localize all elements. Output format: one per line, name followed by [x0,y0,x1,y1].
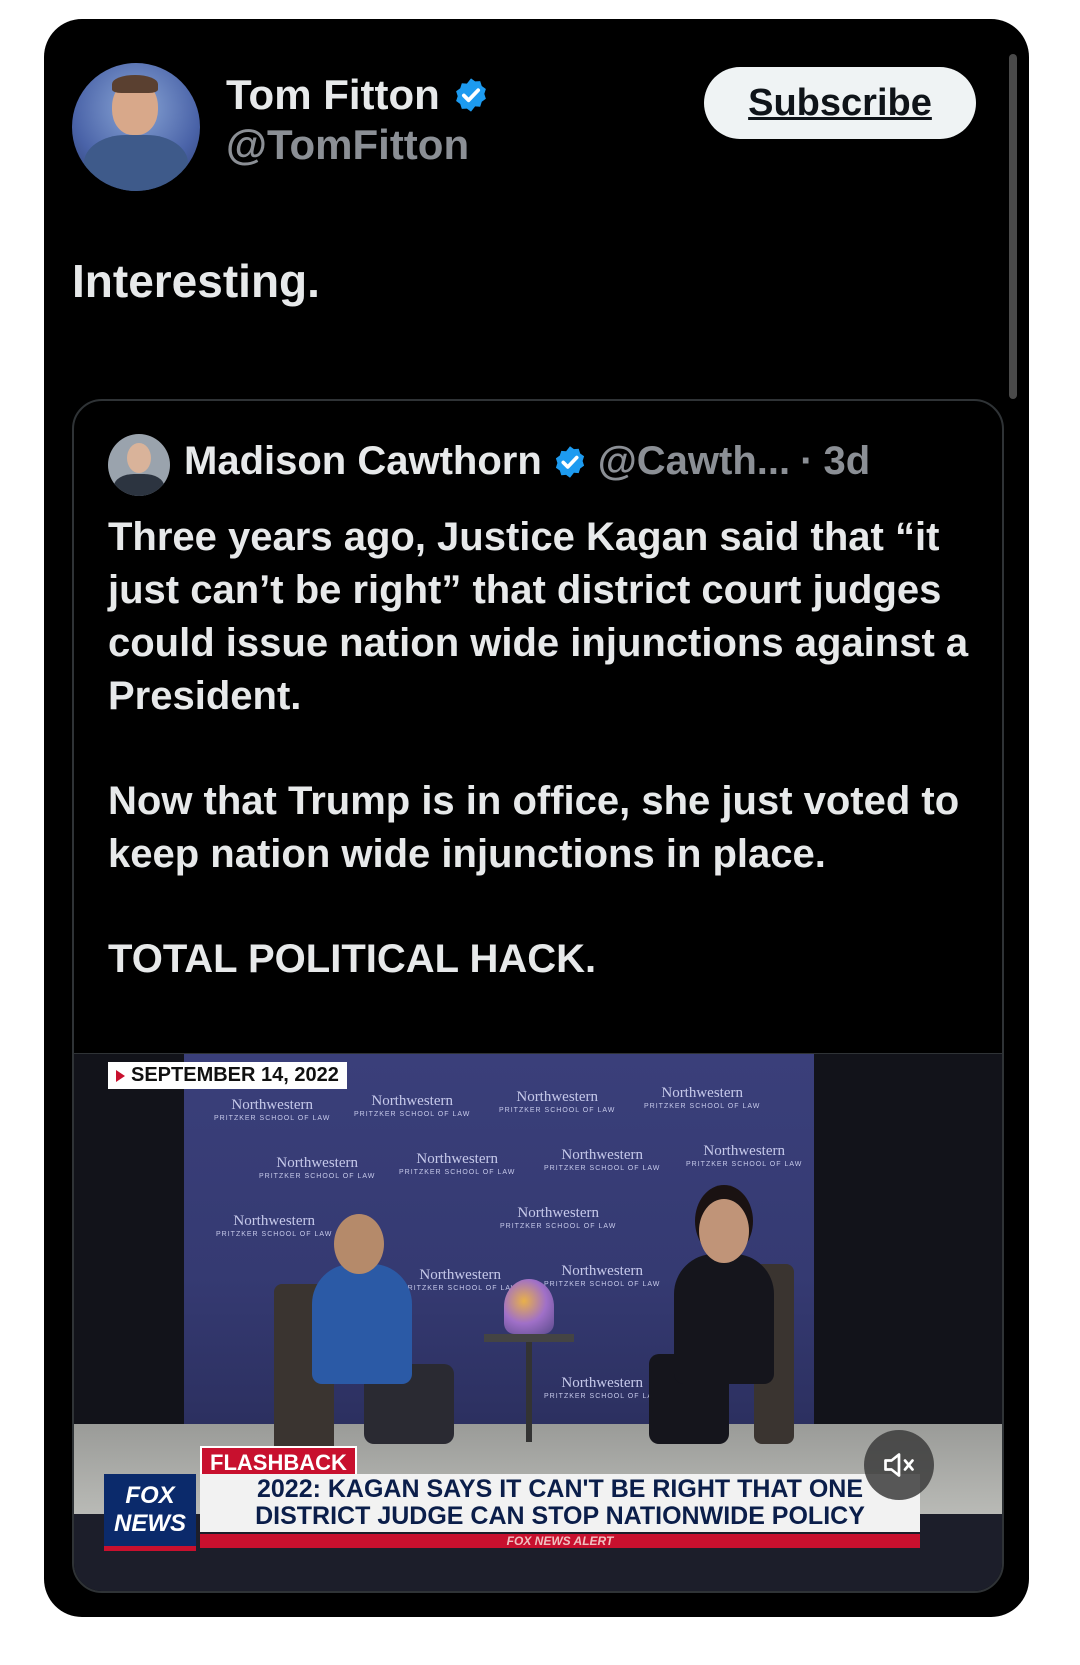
backdrop-logo: Northwestern PRITZKER SCHOOL OF LAW [214,1097,331,1123]
tweet-card: Tom Fitton @TomFitton Subscribe Interest… [44,19,1029,1617]
flower-arrangement [504,1279,554,1334]
speaker-muted-icon [884,1453,914,1477]
tweet-text: Interesting. [72,255,320,307]
backdrop-logo: Northwestern PRITZKER SCHOOL OF LAW [544,1147,661,1173]
fox-news-logo: FOX NEWS [104,1474,196,1551]
quoted-text: Three years ago, Justice Kagan said that… [108,511,978,1038]
verified-badge-icon [455,78,486,112]
backdrop-logo: Northwestern PRITZKER SCHOOL OF LAW [399,1151,516,1177]
separator-dot: · [800,439,814,483]
quoted-paragraph: Now that Trump is in office, she just vo… [108,779,960,876]
backdrop-logo: Northwestern PRITZKER SCHOOL OF LAW [500,1205,617,1231]
quoted-author-name[interactable]: Madison Cawthorn [184,439,542,484]
backdrop-logo: Northwestern PRITZKER SCHOOL OF LAW [499,1089,616,1115]
backdrop-logo: Northwestern PRITZKER SCHOOL OF LAW [686,1143,803,1169]
backdrop-logo: Northwestern PRITZKER SCHOOL OF LAW [216,1213,333,1239]
news-alert-bar: FOX NEWS ALERT [200,1534,920,1548]
date-tag: SEPTEMBER 14, 2022 [108,1062,347,1089]
backdrop-logo: Northwestern PRITZKER SCHOOL OF LAW [544,1263,661,1289]
news-lower-third: FLASHBACK FOX NEWS 2022: KAGAN SAYS IT C… [74,1446,1002,1591]
backdrop-logo: Northwestern PRITZKER SCHOOL OF LAW [354,1093,471,1119]
play-triangle-icon [116,1069,125,1082]
subscribe-button[interactable]: Subscribe [704,67,976,139]
author-name[interactable]: Tom Fitton [226,71,440,119]
author-name-row: Tom Fitton [226,71,490,119]
mute-button[interactable] [864,1430,934,1500]
verified-badge-icon [555,445,584,478]
side-table [484,1334,574,1342]
backdrop-logo: Northwestern PRITZKER SCHOOL OF LAW [644,1085,761,1111]
quoted-author-handle[interactable]: @Cawth... [598,439,790,484]
quoted-timestamp[interactable]: 3d [823,439,870,484]
video-player[interactable]: Northwestern PRITZKER SCHOOL OF LAW North… [74,1053,1002,1591]
stage-dark-left [74,1054,184,1474]
stage-dark-right [814,1054,1002,1474]
backdrop-logo: Northwestern PRITZKER SCHOOL OF LAW [402,1267,519,1293]
quoted-paragraph: Three years ago, Justice Kagan said that… [108,515,969,718]
news-headline: 2022: KAGAN SAYS IT CAN'T BE RIGHT THAT … [200,1474,920,1532]
quoted-paragraph: TOTAL POLITICAL HACK. [108,937,597,981]
backdrop-logo: Northwestern PRITZKER SCHOOL OF LAW [544,1375,661,1401]
backdrop-logo: Northwestern PRITZKER SCHOOL OF LAW [259,1155,376,1181]
quoted-author-avatar[interactable] [108,434,170,496]
author-handle[interactable]: @TomFitton [226,121,469,169]
quoted-header: Madison Cawthorn @Cawth... · 3d [184,439,870,484]
author-avatar[interactable] [72,63,200,191]
scrollbar[interactable] [1009,54,1017,399]
quoted-tweet[interactable]: Madison Cawthorn @Cawth... · 3d Three ye… [72,399,1004,1593]
